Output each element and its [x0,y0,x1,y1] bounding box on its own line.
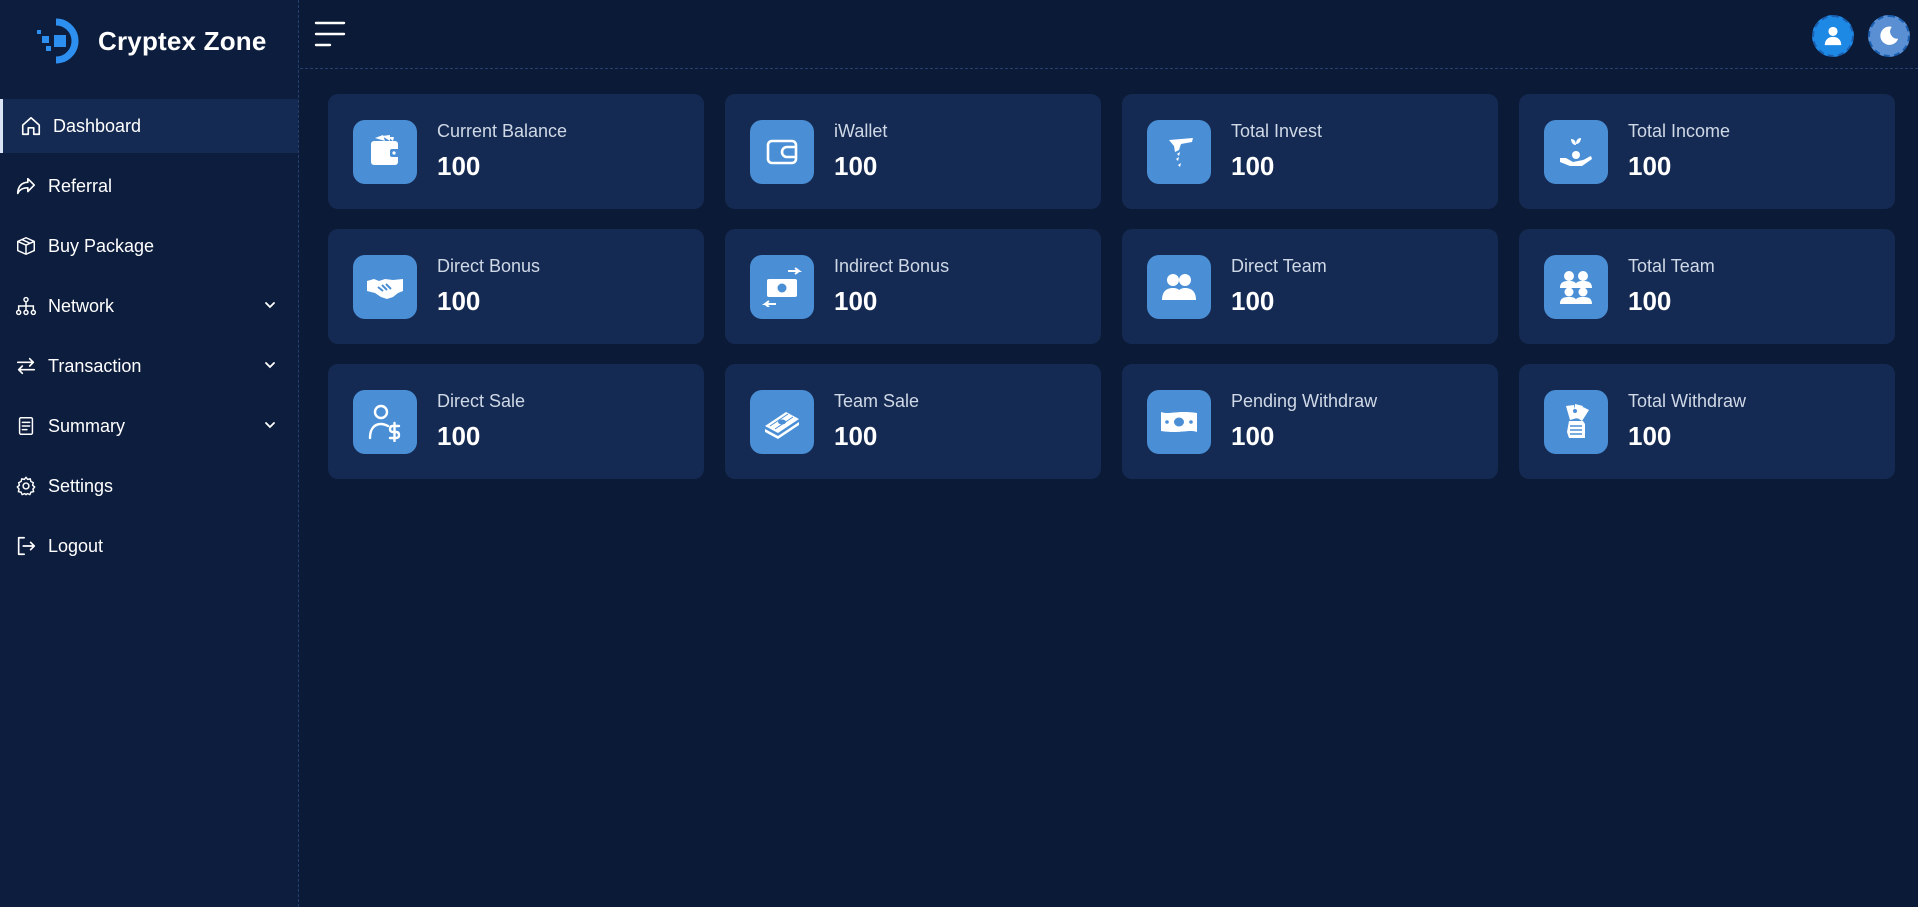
stat-label: Current Balance [437,121,568,141]
stat-label: Direct Team [1231,256,1327,276]
stat-label: Total Invest [1231,121,1323,141]
sidebar-item-buy-package[interactable]: Buy Package [0,219,298,273]
wallet-icon [353,119,417,184]
stat-card-iwallet[interactable]: iWallet 100 [725,94,1101,209]
invest-hand-icon [1147,119,1211,184]
network-icon [15,295,37,317]
sidebar-item-label: Settings [48,475,114,496]
stat-card-indirect-bonus[interactable]: Indirect Bonus 100 [725,229,1101,344]
user-icon [1824,26,1842,46]
sidebar-item-dashboard[interactable]: Dashboard [0,99,298,153]
theme-toggle-button[interactable] [1868,15,1910,57]
stat-card-pending-withdraw[interactable]: Pending Withdraw 100 [1122,364,1498,479]
stats-grid: Current Balance 100 iWallet 100 Total In… [328,94,1895,479]
sidebar-item-label: Network [48,295,115,316]
stat-label: Total Income [1628,121,1731,141]
stat-value: 100 [437,286,481,316]
sidebar-item-label: Referral [48,175,113,196]
moon-icon [1880,26,1899,45]
sidebar-item-settings[interactable]: Settings [0,459,298,513]
sidebar-item-label: Summary [48,415,126,436]
stat-card-total-withdraw[interactable]: Total Withdraw 100 [1519,364,1895,479]
chevron-down-icon [265,422,275,429]
sidebar-item-label: Buy Package [48,235,155,256]
stat-value: 100 [1628,151,1672,181]
stat-label: iWallet [834,121,888,141]
user-dollar-icon [353,389,417,454]
sidebar: Cryptex Zone Dashboard Referral Buy Pack… [0,0,299,907]
money-exchange-icon [750,254,814,319]
cryptex-logo-icon [34,16,88,66]
document-icon [15,415,37,437]
stat-value: 100 [1231,286,1275,316]
stat-label: Total Withdraw [1628,391,1747,411]
sidebar-item-summary[interactable]: Summary [0,399,298,453]
sidebar-item-referral[interactable]: Referral [0,159,298,213]
stat-card-direct-bonus[interactable]: Direct Bonus 100 [328,229,704,344]
stat-value: 100 [437,421,481,451]
stat-card-team-sale[interactable]: Team Sale 100 [725,364,1101,479]
sidebar-item-label: Dashboard [53,115,142,136]
stat-value: 100 [834,286,878,316]
logout-icon [15,535,37,557]
stat-label: Team Sale [834,391,920,411]
sidebar-item-network[interactable]: Network [0,279,298,333]
stat-value: 100 [1231,421,1275,451]
user-profile-button[interactable] [1812,15,1854,57]
chevron-down-icon [265,302,275,309]
share-arrow-icon [15,175,37,197]
team-group-icon [1544,254,1608,319]
handshake-icon [353,254,417,319]
stat-value: 100 [1628,421,1672,451]
team-pair-icon [1147,254,1211,319]
gear-icon [15,475,37,497]
brand-name: Cryptex Zone [98,25,267,56]
stat-label: Pending Withdraw [1231,391,1378,411]
sidebar-item-label: Logout [48,535,104,556]
sidebar-nav: Dashboard Referral Buy Package Network T… [0,99,298,573]
transfer-icon [15,355,37,377]
stat-value: 100 [1628,286,1672,316]
stat-label: Direct Sale [437,391,526,411]
stat-label: Total Team [1628,256,1715,276]
stat-value: 100 [1231,151,1275,181]
stat-card-total-income[interactable]: Total Income 100 [1519,94,1895,209]
sidebar-item-transaction[interactable]: Transaction [0,339,298,393]
stat-value: 100 [834,421,878,451]
home-icon [20,115,42,137]
stat-value: 100 [437,151,481,181]
banknote-icon [1147,389,1211,454]
stat-card-direct-team[interactable]: Direct Team 100 [1122,229,1498,344]
stat-card-direct-sale[interactable]: Direct Sale 100 [328,364,704,479]
income-plant-icon [1544,119,1608,184]
stat-label: Indirect Bonus [834,256,950,276]
card-wallet-icon [750,119,814,184]
stat-card-total-invest[interactable]: Total Invest 100 [1122,94,1498,209]
box-icon [15,235,37,257]
stat-card-total-team[interactable]: Total Team 100 [1519,229,1895,344]
stat-value: 100 [834,151,878,181]
sidebar-item-label: Transaction [48,355,142,376]
money-hand-icon [1544,389,1608,454]
topbar [300,0,1918,69]
hamburger-icon[interactable] [314,21,346,47]
stat-label: Direct Bonus [437,256,541,276]
chevron-down-icon [265,362,275,369]
sidebar-item-logout[interactable]: Logout [0,519,298,573]
stat-card-current-balance[interactable]: Current Balance 100 [328,94,704,209]
brand[interactable]: Cryptex Zone [0,0,298,82]
cash-stack-icon [750,389,814,454]
